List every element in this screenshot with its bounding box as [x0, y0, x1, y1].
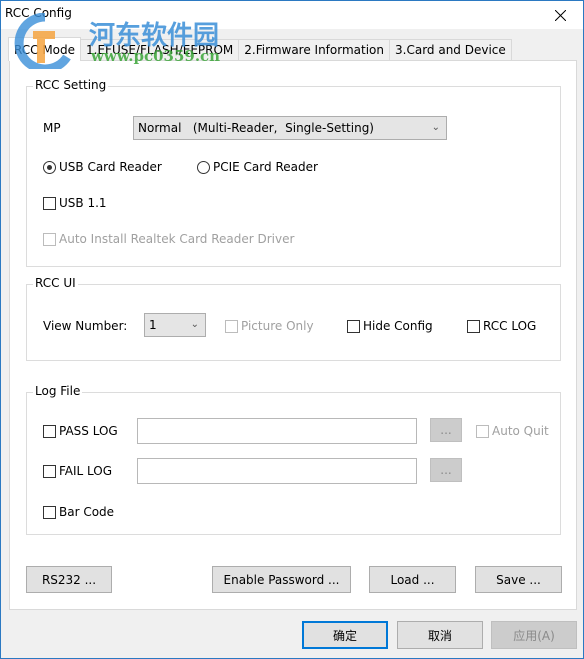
hide-config-label: Hide Config: [363, 319, 433, 333]
checkbox-box: [347, 319, 360, 333]
usb-card-reader-label: USB Card Reader: [59, 160, 162, 174]
close-icon: [554, 9, 566, 21]
auto-quit-label: Auto Quit: [492, 424, 549, 438]
checkbox-box: [43, 232, 56, 246]
cancel-button[interactable]: 取消: [397, 621, 483, 649]
load-button[interactable]: Load ...: [369, 566, 456, 593]
ok-button[interactable]: 确定: [302, 621, 388, 649]
usb11-label: USB 1.1: [59, 196, 107, 210]
rcc-log-label: RCC LOG: [483, 319, 537, 333]
tab-rcc-mode[interactable]: RCC Mode: [8, 37, 82, 61]
chevron-down-icon: ⌄: [431, 122, 440, 133]
save-button[interactable]: Save ...: [475, 566, 562, 593]
radio-indicator: [43, 160, 56, 174]
rcc-ui-title: RCC UI: [33, 276, 78, 290]
close-button[interactable]: [537, 1, 583, 29]
auto-install-driver-label: Auto Install Realtek Card Reader Driver: [59, 232, 295, 246]
pass-log-label: PASS LOG: [59, 424, 118, 438]
fail-log-path-input[interactable]: [137, 458, 417, 484]
usb11-checkbox[interactable]: USB 1.1: [43, 196, 107, 210]
tab-strip: RCC Mode 1.EFUSE/FLASH/EEPROM 2.Firmware…: [8, 37, 512, 61]
mp-label: MP: [43, 121, 61, 135]
enable-password-button[interactable]: Enable Password ...: [212, 566, 351, 593]
rs232-button[interactable]: RS232 ...: [26, 566, 112, 593]
chevron-down-icon: ⌄: [190, 319, 199, 330]
view-number-value: 1: [149, 318, 157, 332]
log-file-title: Log File: [33, 384, 83, 398]
auto-install-driver-checkbox[interactable]: Auto Install Realtek Card Reader Driver: [43, 232, 294, 246]
pass-log-checkbox[interactable]: PASS LOG: [43, 424, 118, 438]
mp-select-value: Normal (Multi-Reader, Single-Setting): [138, 121, 374, 135]
view-number-select[interactable]: 1 ⌄: [144, 313, 206, 337]
pcie-card-reader-radio[interactable]: PCIE Card Reader: [197, 160, 318, 174]
checkbox-box: [43, 505, 56, 519]
checkbox-box: [476, 424, 489, 438]
rcc-ui-group: RCC UI View Number: 1 ⌄ Picture Only Hid…: [26, 276, 561, 361]
rcc-log-checkbox[interactable]: RCC LOG: [467, 319, 536, 333]
pass-log-path-input[interactable]: [137, 418, 417, 444]
picture-only-label: Picture Only: [241, 319, 314, 333]
checkbox-box: [225, 319, 238, 333]
pcie-card-reader-label: PCIE Card Reader: [213, 160, 318, 174]
checkbox-box: [43, 424, 56, 438]
checkbox-box: [467, 319, 480, 333]
bar-code-label: Bar Code: [59, 505, 115, 519]
view-number-label: View Number:: [43, 319, 128, 333]
pass-log-browse-button[interactable]: ...: [430, 418, 462, 442]
rcc-config-window: RCC Config 河东软件园 www.pc0359.cn RCC Mode …: [0, 0, 584, 659]
apply-button[interactable]: 应用(A): [491, 621, 577, 649]
hide-config-checkbox[interactable]: Hide Config: [347, 319, 433, 333]
auto-quit-checkbox[interactable]: Auto Quit: [476, 424, 549, 438]
checkbox-box: [43, 196, 56, 210]
window-title: RCC Config: [5, 6, 72, 20]
mp-select[interactable]: Normal (Multi-Reader, Single-Setting) ⌄: [133, 116, 447, 140]
fail-log-browse-button[interactable]: ...: [430, 458, 462, 482]
tab-card-and-device[interactable]: 3.Card and Device: [389, 39, 512, 61]
rcc-setting-title: RCC Setting: [33, 78, 109, 92]
fail-log-label: FAIL LOG: [59, 464, 113, 478]
log-file-group: Log File PASS LOG ... Auto Quit FAIL LOG…: [26, 384, 561, 535]
picture-only-checkbox[interactable]: Picture Only: [225, 319, 314, 333]
tab-panel-rcc-mode: RCC Setting MP Normal (Multi-Reader, Sin…: [9, 60, 577, 610]
usb-card-reader-radio[interactable]: USB Card Reader: [43, 160, 162, 174]
title-bar: RCC Config: [1, 1, 583, 29]
checkbox-box: [43, 464, 56, 478]
tab-efuse-flash-eeprom[interactable]: 1.EFUSE/FLASH/EEPROM: [80, 39, 240, 61]
radio-indicator: [197, 160, 210, 174]
tab-firmware-information[interactable]: 2.Firmware Information: [238, 39, 391, 61]
fail-log-checkbox[interactable]: FAIL LOG: [43, 464, 112, 478]
rcc-setting-group: RCC Setting MP Normal (Multi-Reader, Sin…: [26, 78, 561, 267]
bar-code-checkbox[interactable]: Bar Code: [43, 505, 114, 519]
